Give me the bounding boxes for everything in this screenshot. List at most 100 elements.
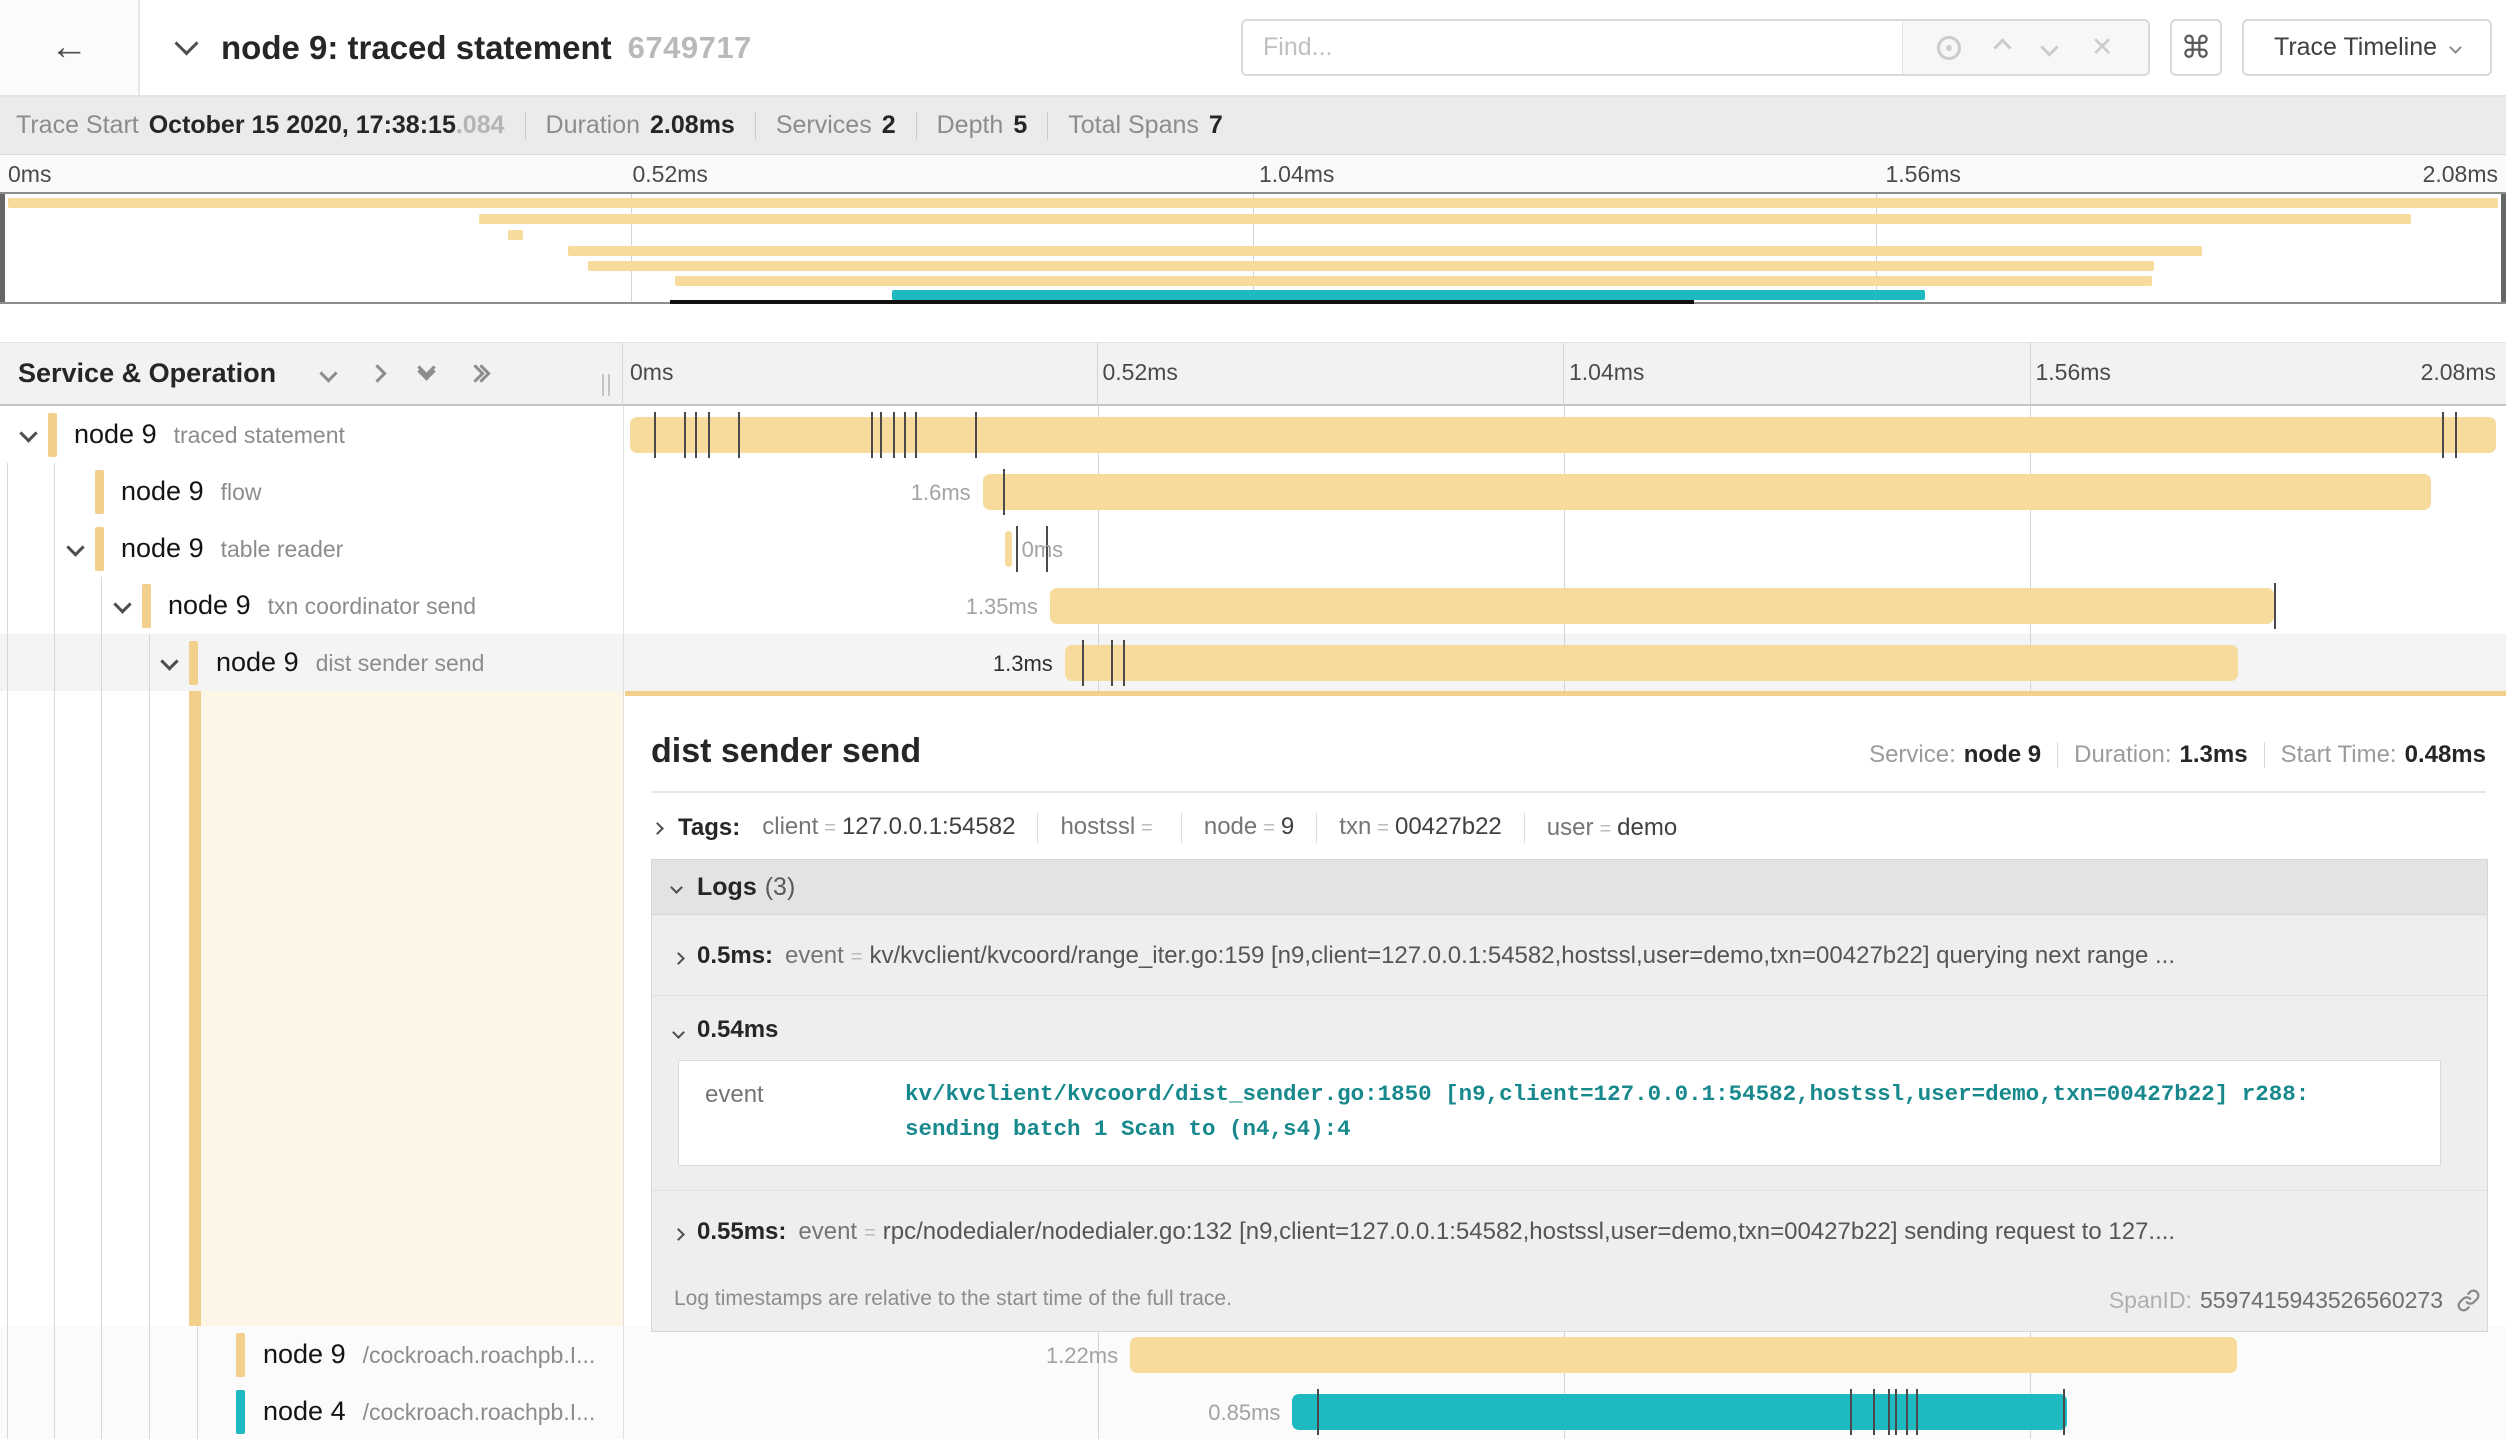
locate-match-icon[interactable] <box>1937 36 1961 60</box>
trace-start-label: Trace Start <box>16 111 139 140</box>
divider <box>755 112 756 140</box>
span-duration-bar[interactable] <box>630 417 2496 453</box>
log-event-table: event kv/kvclient/kvcoord/dist_sender.go… <box>678 1060 2441 1166</box>
tree-guide-line <box>101 577 102 1439</box>
span-rows: node 9traced statement node 9flow 1.6ms … <box>0 406 2506 1439</box>
duration-label: Duration: <box>2074 741 2171 769</box>
log-marker-tick <box>1082 640 1084 686</box>
log-marker-tick <box>915 412 917 458</box>
log-marker-tick <box>2274 583 2276 629</box>
log-value: rpc/nodedialer/nodedialer.go:132 [n9,cli… <box>883 1218 2175 1246</box>
log-marker-tick <box>904 412 906 458</box>
log-marker-tick <box>880 412 882 458</box>
prev-match-icon[interactable] <box>1993 38 2011 56</box>
log-marker-tick <box>1916 1389 1918 1435</box>
log-marker-tick <box>1016 526 1018 572</box>
minimap-tick: 0.52ms <box>633 161 708 188</box>
span-duration-bar[interactable] <box>1050 588 2274 624</box>
logs-section: Logs (3) 0.5ms: event = kv/kvclient/kvco… <box>651 859 2488 1332</box>
back-button[interactable]: ← <box>0 0 140 95</box>
logs-body: 0.5ms: event = kv/kvclient/kvcoord/range… <box>652 914 2487 1331</box>
span-operation: traced statement <box>174 422 345 448</box>
span-duration-bar[interactable] <box>1005 531 1012 567</box>
expand-one-icon[interactable] <box>368 364 386 382</box>
minimap-left-handle[interactable] <box>0 194 5 302</box>
link-icon[interactable] <box>2455 1287 2482 1314</box>
collapse-trace-chevron-icon[interactable] <box>174 31 198 55</box>
collapse-one-icon[interactable] <box>319 364 337 382</box>
detail-divider <box>651 791 2486 793</box>
total-spans-value: 7 <box>1209 111 1223 140</box>
view-selector-label: Trace Timeline <box>2274 33 2437 62</box>
log-time: 0.54ms <box>697 1016 778 1044</box>
chevron-right-icon <box>672 1228 685 1241</box>
span-duration-bar[interactable] <box>1065 645 2239 681</box>
span-operation: /cockroach.roachpb.I... <box>363 1342 596 1368</box>
collapse-children-chevron-icon[interactable] <box>19 424 37 442</box>
minimap-span-bar <box>479 214 2411 224</box>
log-marker-tick <box>1888 1389 1890 1435</box>
trace-id: 6749717 <box>628 30 752 66</box>
minimap-view-range[interactable] <box>670 300 1693 304</box>
span-duration-label: 1.22ms <box>1046 1343 1118 1369</box>
log-marker-tick <box>1111 640 1113 686</box>
minimap-tick: 1.56ms <box>1886 161 1961 188</box>
chevron-right-icon <box>651 822 664 835</box>
minimap-right-handle[interactable] <box>2501 194 2506 302</box>
log-marker-tick <box>975 412 977 458</box>
next-match-icon[interactable] <box>2041 38 2059 56</box>
minimap-tick: 0ms <box>8 161 51 188</box>
keyboard-shortcuts-button[interactable]: ⌘ <box>2170 19 2222 76</box>
log-entry-2-header[interactable]: 0.54ms <box>674 1016 2467 1044</box>
span-detail-title: dist sender send <box>651 732 921 771</box>
view-selector-button[interactable]: Trace Timeline <box>2242 19 2492 76</box>
chevron-down-icon <box>2449 41 2462 54</box>
service-color-indicator <box>236 1390 245 1434</box>
log-marker-tick <box>1850 1389 1852 1435</box>
collapse-children-chevron-icon[interactable] <box>160 652 178 670</box>
tags-row[interactable]: Tags: client=127.0.0.1:54582 hostssl= no… <box>653 813 2486 843</box>
collapse-all-icon[interactable] <box>420 370 433 378</box>
expand-all-icon[interactable] <box>469 367 488 380</box>
tag-node: node=9 <box>1204 813 1317 843</box>
minimap-span-bar <box>892 290 1925 300</box>
span-duration-label: 1.35ms <box>966 594 1038 620</box>
span-id-value: 5597415943526560273 <box>2200 1287 2443 1314</box>
ruler-tick: 1.04ms <box>1569 359 1644 386</box>
log-field: event <box>785 942 844 970</box>
span-duration-bar[interactable] <box>1292 1394 2066 1430</box>
span-duration-bar[interactable] <box>983 474 2431 510</box>
logs-header[interactable]: Logs (3) <box>652 860 2487 914</box>
minimap-tick: 1.04ms <box>1259 161 1334 188</box>
log-marker-tick <box>871 412 873 458</box>
log-marker-tick <box>1317 1389 1319 1435</box>
service-value: node 9 <box>1964 741 2041 769</box>
chevron-down-icon <box>670 881 683 894</box>
service-label: Service: <box>1869 741 1956 769</box>
ruler-tick: 0.52ms <box>1103 359 1178 386</box>
trace-minimap[interactable] <box>0 192 2506 304</box>
service-color-indicator <box>189 641 198 685</box>
collapse-children-chevron-icon[interactable] <box>66 538 84 556</box>
log-marker-tick <box>893 412 895 458</box>
span-detail-meta: Service:node 9 Duration:1.3ms Start Time… <box>1869 741 2486 769</box>
jaeger-trace-page: ← node 9: traced statement 6749717 ✕ ⌘ T… <box>0 0 2506 1439</box>
log-marker-tick <box>738 412 740 458</box>
minimap-span-bar <box>568 246 2201 256</box>
column-resize-handle[interactable] <box>602 374 610 396</box>
ruler-tick: 2.08ms <box>2421 359 2496 386</box>
ruler-tick: 0ms <box>630 359 673 386</box>
span-duration-label: 0.85ms <box>1208 1400 1280 1426</box>
collapse-children-chevron-icon[interactable] <box>113 595 131 613</box>
span-operation: txn coordinator send <box>268 593 476 619</box>
divider <box>1047 112 1048 140</box>
log-entry-3[interactable]: 0.55ms: event = rpc/nodedialer/nodediale… <box>652 1191 2487 1271</box>
span-id-label: SpanID: <box>2109 1287 2192 1314</box>
log-field: event <box>798 1218 857 1246</box>
span-duration-bar[interactable] <box>1130 1337 2237 1373</box>
find-input[interactable] <box>1243 21 1902 74</box>
clear-find-icon[interactable]: ✕ <box>2091 34 2114 61</box>
minimap-span-bar <box>8 198 2498 208</box>
log-entry-1[interactable]: 0.5ms: event = kv/kvclient/kvcoord/range… <box>652 915 2487 996</box>
log-marker-tick <box>695 412 697 458</box>
